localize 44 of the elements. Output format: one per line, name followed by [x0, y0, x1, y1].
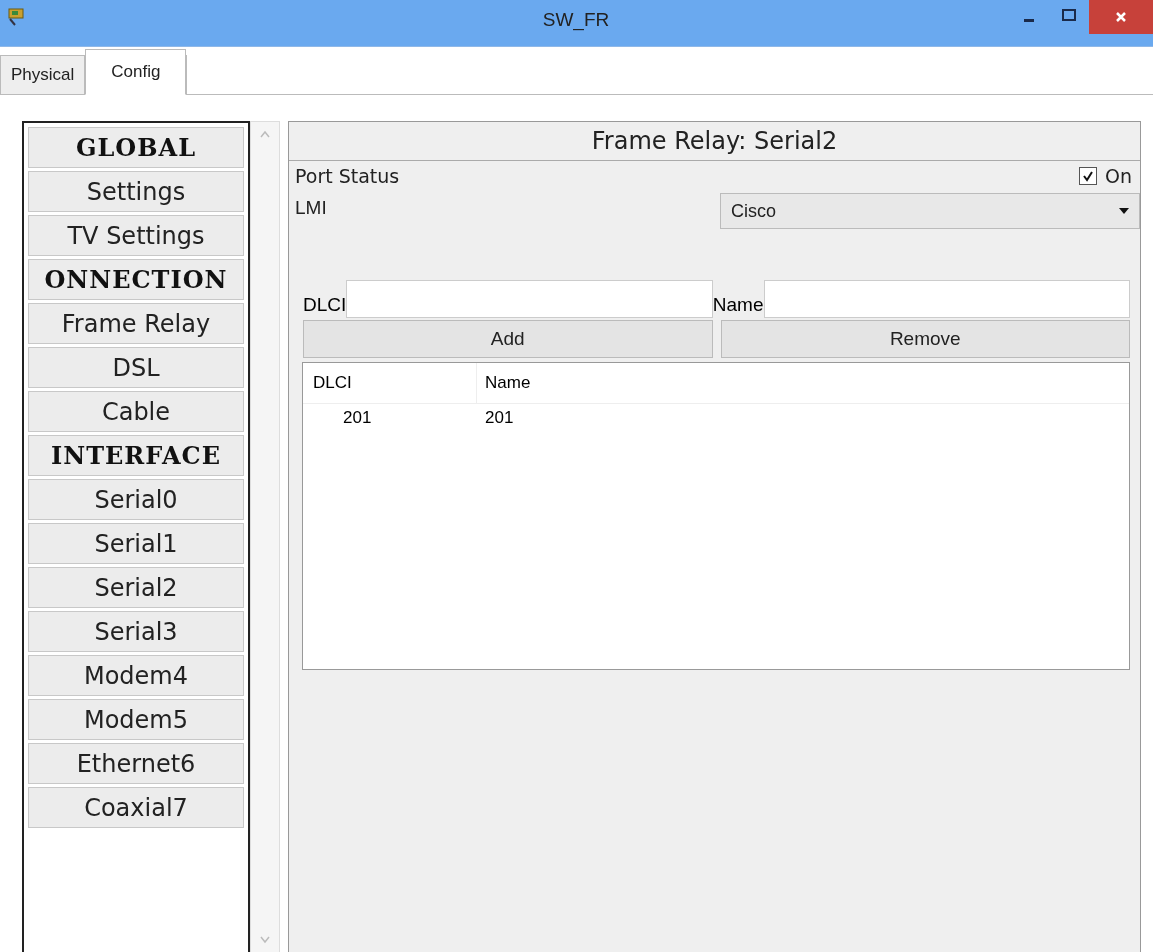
- sidebar-item[interactable]: Serial0: [28, 479, 244, 520]
- sidebar-header[interactable]: GLOBAL: [28, 127, 244, 168]
- table-cell-text: 201: [342, 408, 373, 428]
- checkbox-label: On: [1105, 165, 1132, 187]
- scroll-up-icon[interactable]: [259, 130, 271, 138]
- sidebar-item[interactable]: Frame Relay: [28, 303, 244, 344]
- sidebar-header[interactable]: ONNECTION: [28, 259, 244, 300]
- sidebar-item[interactable]: Ethernet6: [28, 743, 244, 784]
- sidebar-item[interactable]: Serial1: [28, 523, 244, 564]
- dropdown-caret-icon: [1119, 208, 1129, 214]
- column-header: Name: [484, 373, 531, 393]
- sidebar-item[interactable]: Modem4: [28, 655, 244, 696]
- maximize-icon: [1061, 8, 1077, 22]
- dlci-label: DLCI: [303, 293, 347, 317]
- panel-title: Frame Relay: Serial2: [289, 122, 1140, 161]
- table-row[interactable]: 201 201: [303, 404, 1129, 432]
- column-header: DLCI: [303, 363, 477, 403]
- sidebar-item[interactable]: Serial3: [28, 611, 244, 652]
- checkbox[interactable]: [1079, 167, 1097, 185]
- sidebar-item[interactable]: Modem5: [28, 699, 244, 740]
- sidebar-item[interactable]: Cable: [28, 391, 244, 432]
- sidebar-item[interactable]: Settings: [28, 171, 244, 212]
- name-label: Name: [712, 293, 764, 317]
- add-button[interactable]: Add: [303, 320, 713, 358]
- close-icon: [1114, 10, 1128, 24]
- minimize-icon: [1024, 18, 1034, 22]
- sidebar-header[interactable]: INTERFACE: [28, 435, 244, 476]
- sidebar-item[interactable]: DSL: [28, 347, 244, 388]
- port-status-label: Port Status: [295, 165, 400, 187]
- checkmark-icon: [1081, 169, 1095, 183]
- lmi-label: LMI: [295, 197, 327, 219]
- scrollbar[interactable]: [250, 121, 280, 952]
- dlci-input-field[interactable]: [346, 280, 713, 318]
- table-cell-text: 201: [484, 408, 514, 428]
- tab[interactable]: Config: [85, 49, 187, 95]
- window-title: SW_FR: [541, 9, 611, 31]
- tab[interactable]: Physical: [0, 55, 86, 95]
- lmi-dropdown[interactable]: Cisco: [720, 193, 1140, 229]
- scroll-down-icon[interactable]: [259, 936, 271, 944]
- sidebar-item[interactable]: Serial2: [28, 567, 244, 608]
- remove-button[interactable]: Remove: [720, 320, 1130, 358]
- name-input-field[interactable]: [763, 280, 1130, 318]
- sidebar-item[interactable]: TV Settings: [28, 215, 244, 256]
- sidebar-item[interactable]: Coaxial7: [28, 787, 244, 828]
